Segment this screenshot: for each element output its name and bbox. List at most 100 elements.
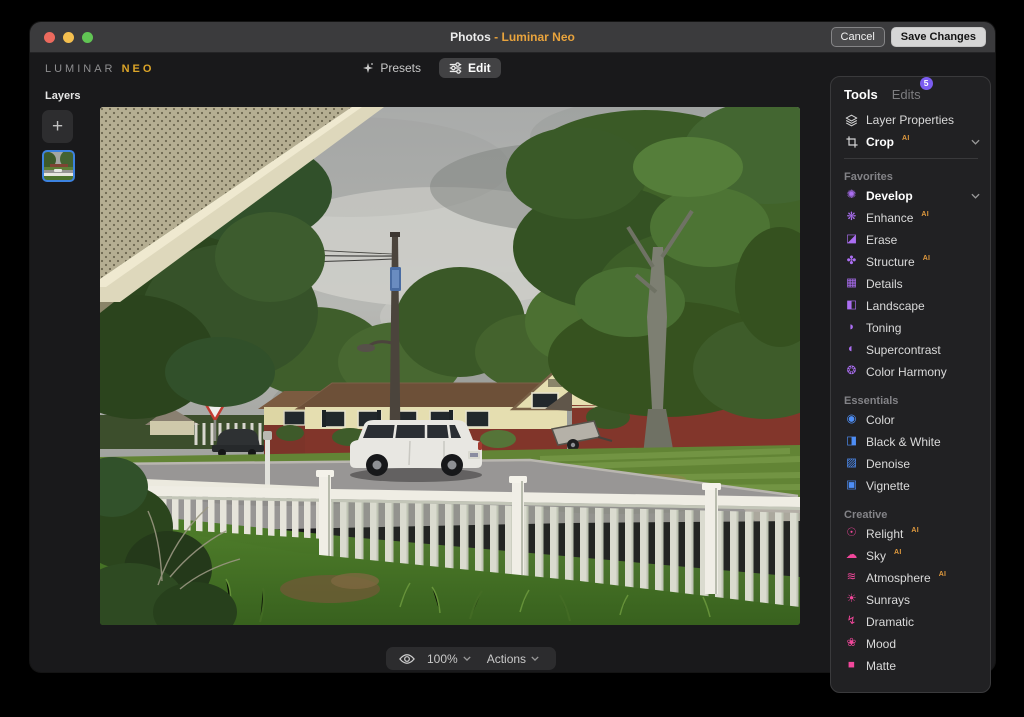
edit-button[interactable]: Edit: [439, 58, 501, 78]
tool-item-matte[interactable]: ■ Matte: [844, 655, 980, 677]
window-title-separator: - Luminar Neo: [494, 30, 575, 44]
traffic-lights: [30, 32, 93, 43]
ai-badge: AI: [894, 549, 902, 556]
tool-item-label: Details: [866, 277, 903, 291]
tool-item-label: Atmosphere: [866, 571, 931, 585]
tool-item-label: Mood: [866, 637, 896, 651]
tool-item-label: Supercontrast: [866, 343, 941, 357]
tool-item-layer-properties[interactable]: Layer Properties: [844, 109, 980, 131]
tool-item-toning[interactable]: ◗ Toning: [844, 317, 980, 339]
tool-item-develop[interactable]: ✺ Develop: [844, 185, 980, 207]
tab-tools[interactable]: Tools: [844, 87, 878, 102]
tool-item-label: Color Harmony: [866, 365, 947, 379]
supercontrast-icon: ◐: [844, 344, 859, 356]
sky-icon: ☁: [844, 550, 859, 562]
tool-item-dramatic[interactable]: ↯ Dramatic: [844, 611, 980, 633]
tool-item-atmosphere[interactable]: ≋ Atmosphere AI: [844, 567, 980, 589]
chevron-down-icon: [463, 656, 471, 661]
layer-thumbnail-image: [44, 152, 73, 180]
tool-item-label: Landscape: [866, 299, 925, 313]
ai-badge: AI: [939, 571, 947, 578]
tool-item-label: Black & White: [866, 435, 941, 449]
panel-divider: [844, 158, 978, 159]
zoom-window-button[interactable]: [82, 32, 93, 43]
tool-item-denoise[interactable]: ▨ Denoise: [844, 453, 980, 475]
ai-badge: AI: [911, 527, 919, 534]
details-icon: ▦: [844, 278, 859, 290]
relight-icon: ☉: [844, 528, 859, 540]
sliders-icon: [449, 62, 462, 74]
app-window: Photos - Luminar Neo Cancel Save Changes…: [30, 22, 995, 672]
tool-item-label: Relight: [866, 527, 903, 541]
layer-thumbnail[interactable]: [42, 150, 75, 182]
tool-item-label: Develop: [866, 189, 913, 203]
tool-item-enhance[interactable]: ❋ Enhance AI: [844, 207, 980, 229]
sparkle-icon: [362, 62, 374, 74]
zoom-level-value: 100%: [427, 652, 458, 666]
tool-item-erase[interactable]: ◪ Erase: [844, 229, 980, 251]
mood-icon: ❀: [844, 638, 859, 650]
denoise-icon: ▨: [844, 458, 859, 470]
edits-count-badge: 5: [920, 77, 933, 90]
layers-panel-title: Layers: [45, 90, 80, 102]
matte-icon: ■: [844, 660, 859, 672]
tool-item-label: Matte: [866, 659, 896, 673]
actions-label: Actions: [487, 652, 526, 666]
close-window-button[interactable]: [44, 32, 55, 43]
section-heading-favorites: Favorites: [844, 169, 980, 185]
develop-icon: ✺: [844, 190, 859, 202]
atmosphere-icon: ≋: [844, 572, 859, 584]
chevron-down-icon: [531, 656, 539, 661]
erase-icon: ◪: [844, 234, 859, 246]
tool-item-label: Layer Properties: [866, 113, 954, 127]
tool-item-label: Structure: [866, 255, 915, 269]
actions-dropdown[interactable]: Actions: [483, 652, 543, 666]
section-heading-creative: Creative: [844, 507, 980, 523]
tool-item-label: Color: [866, 413, 895, 427]
presets-button[interactable]: Presets: [354, 58, 429, 78]
ai-badge: AI: [923, 255, 931, 262]
title-bar: Photos - Luminar Neo Cancel Save Changes: [30, 22, 995, 53]
zoom-level-dropdown[interactable]: 100%: [423, 652, 475, 666]
cancel-button[interactable]: Cancel: [831, 27, 885, 47]
tab-edits-label: Edits: [892, 87, 921, 102]
tab-edits[interactable]: Edits 5: [892, 87, 921, 102]
enhance-icon: ❋: [844, 212, 859, 224]
tool-item-label: Denoise: [866, 457, 910, 471]
landscape-icon: ◧: [844, 300, 859, 312]
color-harmony-icon: ❂: [844, 366, 859, 378]
preview-toggle-button[interactable]: [399, 653, 415, 665]
window-title-app: Photos: [450, 30, 491, 44]
tool-item-supercontrast[interactable]: ◐ Supercontrast: [844, 339, 980, 361]
add-layer-button[interactable]: +: [42, 110, 73, 143]
layers-stack-icon: [844, 114, 859, 127]
tool-item-structure[interactable]: ✤ Structure AI: [844, 251, 980, 273]
tool-item-sky[interactable]: ☁ Sky AI: [844, 545, 980, 567]
tool-item-vignette[interactable]: ▣ Vignette: [844, 475, 980, 497]
tool-item-label: Dramatic: [866, 615, 914, 629]
tool-item-details[interactable]: ▦ Details: [844, 273, 980, 295]
tool-item-relight[interactable]: ☉ Relight AI: [844, 523, 980, 545]
eye-icon: [399, 653, 415, 665]
tool-item-label: Sky: [866, 549, 886, 563]
chevron-down-icon: [971, 193, 980, 199]
tool-item-black-and-white[interactable]: ◨ Black & White: [844, 431, 980, 453]
crop-icon: [844, 136, 859, 148]
structure-icon: ✤: [844, 256, 859, 268]
tool-item-label: Enhance: [866, 211, 913, 225]
photo-image: [100, 107, 800, 625]
save-changes-button[interactable]: Save Changes: [891, 27, 986, 47]
photo-canvas[interactable]: [100, 107, 800, 625]
tool-item-mood[interactable]: ❀ Mood: [844, 633, 980, 655]
sunrays-icon: ☀: [844, 594, 859, 606]
tool-item-landscape[interactable]: ◧ Landscape: [844, 295, 980, 317]
tool-item-color[interactable]: ◉ Color: [844, 409, 980, 431]
minimize-window-button[interactable]: [63, 32, 74, 43]
tool-item-crop[interactable]: CropAI: [844, 131, 980, 153]
tools-panel: Tools Edits 5 Layer Properties CropAI Fa…: [830, 76, 991, 693]
ai-badge: AI: [921, 211, 929, 218]
section-heading-essentials: Essentials: [844, 393, 980, 409]
presets-label: Presets: [380, 61, 421, 75]
tool-item-color-harmony[interactable]: ❂ Color Harmony: [844, 361, 980, 383]
tool-item-sunrays[interactable]: ☀ Sunrays: [844, 589, 980, 611]
